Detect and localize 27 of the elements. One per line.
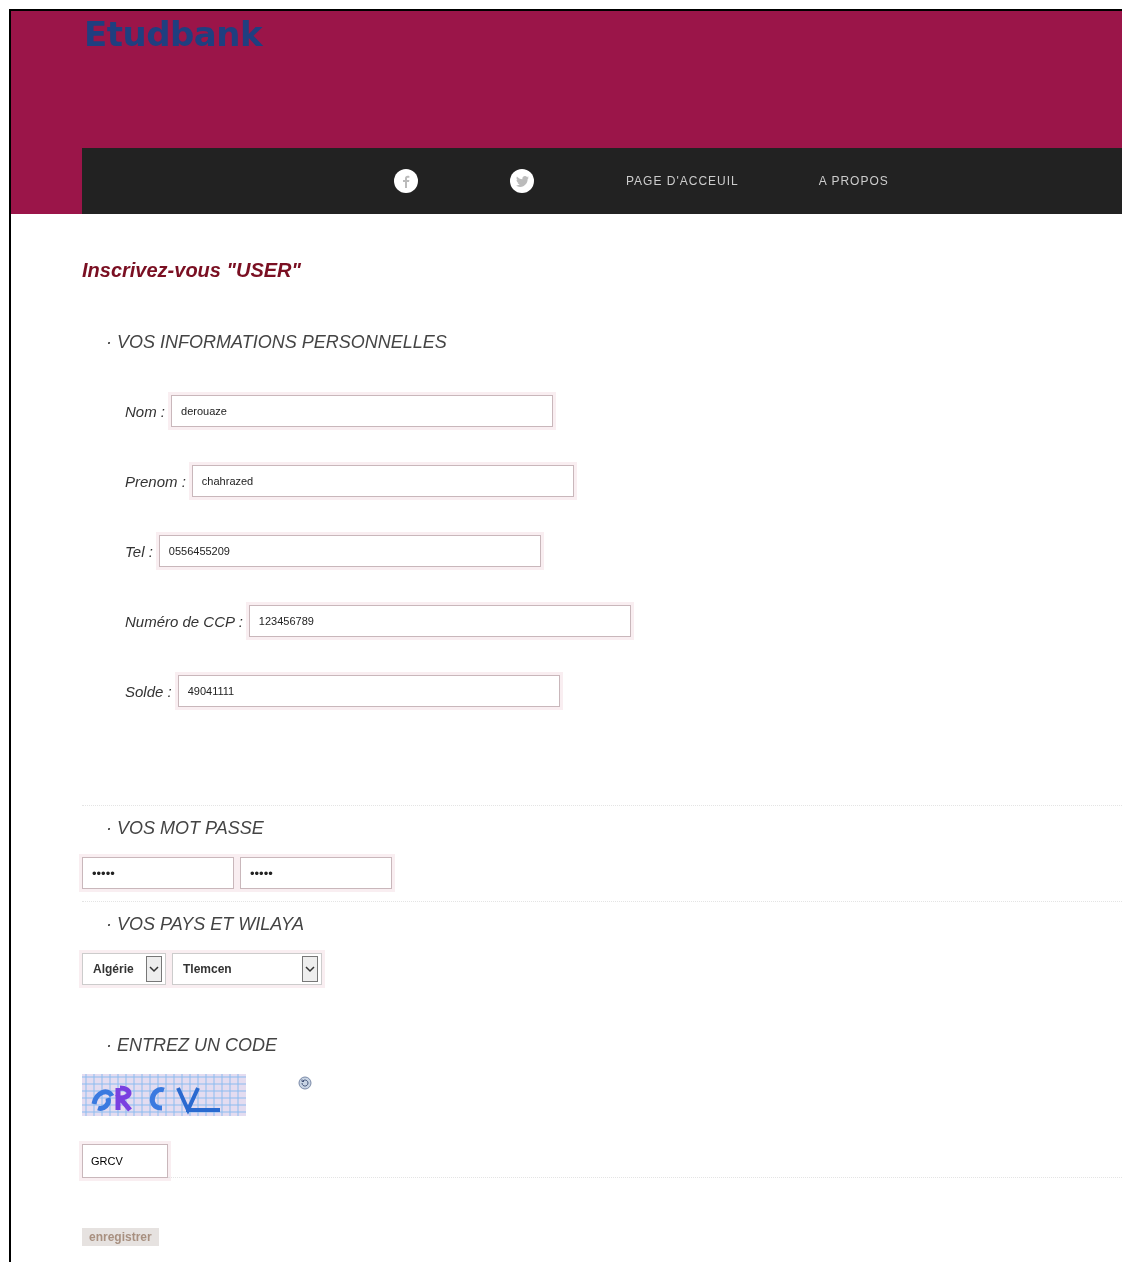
caret-icon [146,956,162,982]
facebook-icon[interactable] [394,169,418,193]
nav-link[interactable]: A PROPOS [818,174,889,188]
field-label: Tel : [125,542,153,560]
select-field[interactable]: Algérie [82,953,166,985]
section-heading: · VOS INFORMATIONS PERSONNELLES [105,332,448,353]
page-title: Inscrivez-vous "USER" [82,259,303,282]
section-heading: · ENTREZ UN CODE [105,1035,278,1056]
text-field[interactable]: derouaze [171,395,553,427]
refresh-icon[interactable] [298,1076,312,1090]
password-field[interactable]: ••••• [240,857,392,889]
section-heading: · VOS PAYS ET WILAYA [105,914,306,935]
twitter-icon[interactable] [510,169,534,193]
section-heading: · VOS MOT PASSE [105,818,265,839]
captcha-field[interactable]: GRCV [82,1144,168,1178]
nav-link[interactable]: PAGE D'ACCEUIL [626,174,739,188]
text-field[interactable]: 123456789 [248,605,631,637]
field-label: Numéro de CCP : [125,612,243,630]
password-field[interactable]: ••••• [82,857,234,889]
text-field[interactable]: 0556455209 [158,535,541,567]
field-label: Prenom : [125,472,186,490]
text-field[interactable]: chahrazed [191,465,574,497]
field-label: Nom : [125,402,165,420]
select-field[interactable]: Tlemcen [172,953,322,985]
text-field[interactable]: 49041111 [177,675,560,707]
caret-icon [302,956,318,982]
field-label: Solde : [125,682,172,700]
